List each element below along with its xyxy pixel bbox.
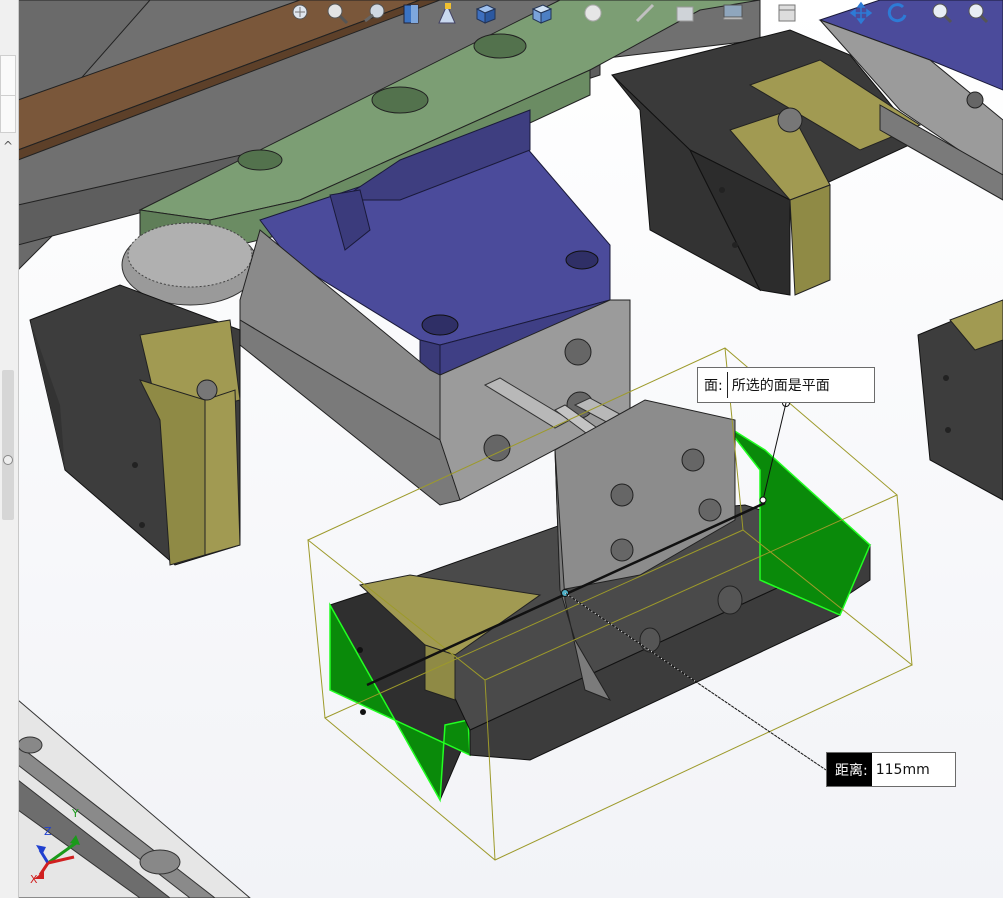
reference-triad[interactable]: Y Z X bbox=[30, 805, 90, 885]
face-callout-label: 面: bbox=[704, 378, 723, 394]
z-axis-label: Z bbox=[44, 825, 52, 838]
pane-tab[interactable] bbox=[0, 55, 16, 97]
monitor-icon[interactable] bbox=[720, 0, 746, 26]
zoom-to-area-icon[interactable] bbox=[324, 0, 350, 26]
window-icon[interactable] bbox=[774, 0, 800, 26]
section-view-icon[interactable] bbox=[398, 0, 424, 26]
dynamic-annotation-icon[interactable] bbox=[434, 0, 460, 26]
heads-up-view-toolbar bbox=[280, 0, 1003, 30]
knurled-knob-part[interactable] bbox=[121, 222, 259, 306]
face-callout-value: 所选的面是平面 bbox=[731, 378, 830, 394]
previous-view-icon[interactable] bbox=[362, 0, 388, 26]
chevron-up-icon[interactable]: ^ bbox=[3, 140, 13, 152]
y-axis-label: Y bbox=[71, 807, 79, 820]
rotate-icon[interactable] bbox=[884, 0, 910, 26]
distance-callout-label: 距离: bbox=[827, 753, 872, 786]
text-caret bbox=[726, 372, 728, 398]
zoom-in-out-icon[interactable] bbox=[928, 0, 954, 26]
apply-scene-icon[interactable] bbox=[672, 0, 698, 26]
zoom-to-fit-icon[interactable] bbox=[288, 0, 314, 26]
pane-splitter-handle[interactable] bbox=[3, 455, 13, 465]
feature-manager-pane-edge[interactable]: ^ bbox=[0, 0, 19, 898]
solidworks-window: ^ 面: 所选的面是平面 距离: 115mm Y Z X bbox=[0, 0, 1003, 898]
x-axis-label: X bbox=[30, 873, 38, 885]
edit-appearance-icon[interactable] bbox=[632, 0, 658, 26]
pan-icon[interactable] bbox=[848, 0, 874, 26]
view-orientation-icon[interactable] bbox=[472, 0, 498, 26]
zoom-selection-icon[interactable] bbox=[964, 0, 990, 26]
distance-callout[interactable]: 距离: 115mm bbox=[826, 752, 956, 787]
pane-scrollbar[interactable] bbox=[2, 370, 14, 520]
distance-callout-value: 115mm bbox=[875, 761, 930, 778]
pane-tab[interactable] bbox=[0, 95, 16, 133]
hide-show-items-icon[interactable] bbox=[580, 0, 606, 26]
display-style-icon[interactable] bbox=[528, 0, 554, 26]
face-callout[interactable]: 面: 所选的面是平面 bbox=[697, 367, 875, 403]
